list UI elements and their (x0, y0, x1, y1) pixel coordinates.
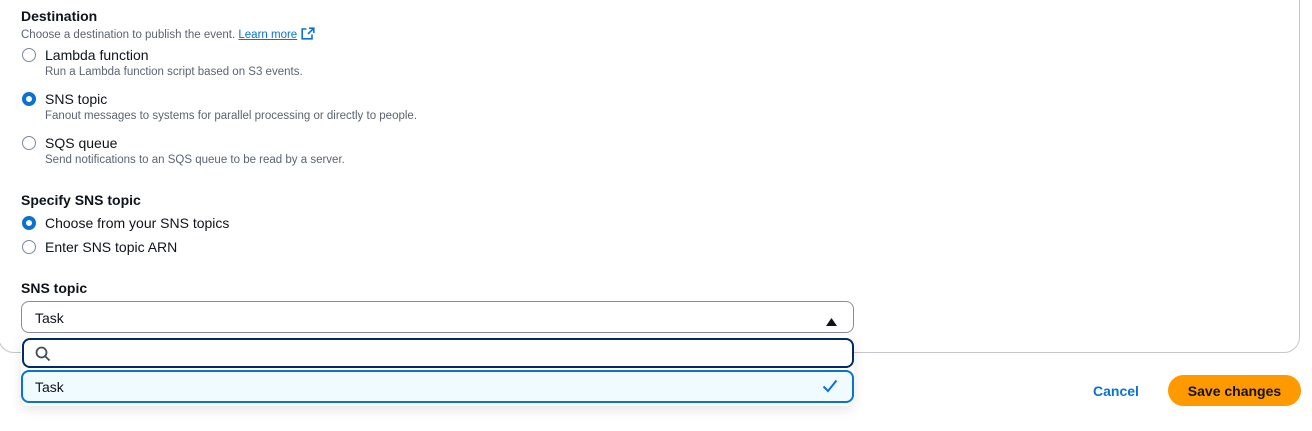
radio-label-sqs-queue[interactable]: SQS queue (45, 135, 117, 151)
radio-sns-topic[interactable] (22, 92, 36, 106)
search-icon (35, 346, 51, 367)
sns-topic-dropdown: Task (21, 336, 854, 406)
destination-heading: Destination (21, 8, 98, 24)
radio-description-sns-topic: Fanout messages to systems for parallel … (45, 110, 418, 122)
destination-description: Choose a destination to publish the even… (21, 27, 315, 43)
sns-topic-label: SNS topic (21, 280, 88, 296)
learn-more-link[interactable]: Learn more (238, 27, 315, 43)
sns-topic-option-label: Task (35, 379, 64, 395)
save-changes-button[interactable]: Save changes (1168, 375, 1301, 406)
check-icon (822, 379, 838, 398)
sns-topic-select[interactable]: Task (21, 301, 854, 333)
radio-label-sns-topic[interactable]: SNS topic (45, 91, 107, 107)
sns-topic-search-field[interactable] (22, 338, 854, 368)
external-link-icon (301, 27, 315, 43)
radio-label-choose-from-sns-topics[interactable]: Choose from your SNS topics (45, 215, 229, 231)
radio-sqs-queue[interactable] (22, 136, 36, 150)
destination-description-text: Choose a destination to publish the even… (21, 29, 236, 41)
radio-enter-sns-topic-arn[interactable] (22, 240, 36, 254)
sns-topic-search-input[interactable] (56, 343, 840, 365)
radio-label-lambda-function[interactable]: Lambda function (45, 47, 149, 63)
cancel-button[interactable]: Cancel (1080, 376, 1152, 406)
caret-up-icon (826, 313, 837, 331)
specify-sns-topic-heading: Specify SNS topic (21, 192, 141, 208)
radio-description-lambda-function: Run a Lambda function script based on S3… (45, 66, 303, 78)
radio-label-enter-sns-topic-arn[interactable]: Enter SNS topic ARN (45, 239, 177, 255)
learn-more-label: Learn more (238, 29, 298, 41)
sns-topic-selected-value: Task (35, 310, 64, 326)
sns-topic-option-task[interactable]: Task (21, 370, 854, 403)
radio-description-sqs-queue: Send notifications to an SQS queue to be… (45, 154, 345, 166)
radio-choose-from-sns-topics[interactable] (22, 216, 36, 230)
radio-lambda-function[interactable] (22, 48, 36, 62)
